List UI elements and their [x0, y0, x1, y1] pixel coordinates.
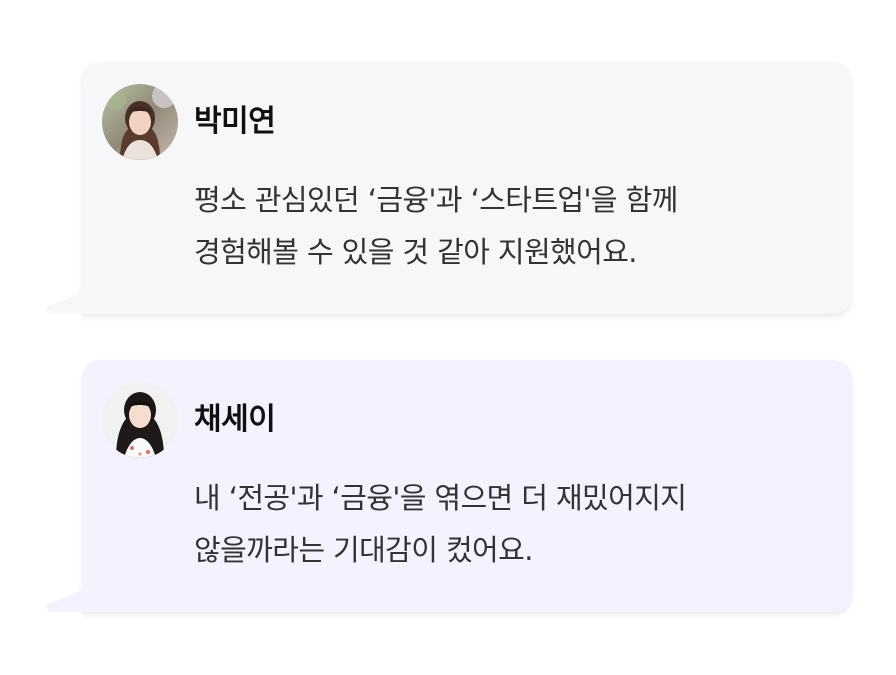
testimonial-bubble: 채세이 내 ‘전공'과 ‘금융'을 엮으면 더 재밌어지지 않을까라는 기대감이… — [46, 360, 852, 612]
testimonial-bubble: 박미연 평소 관심있던 ‘금융'과 ‘스타트업'을 함께 경험해볼 수 있을 것… — [46, 62, 852, 314]
testimonial-line: 경험해볼 수 있을 것 같아 지원했어요. — [194, 235, 638, 269]
testimonial-text: 내 ‘전공'과 ‘금융'을 엮으면 더 재밌어지지 않을까라는 기대감이 컸어요… — [194, 472, 834, 576]
reviewer-name: 박미연 — [194, 104, 276, 139]
avatar-photo-icon — [102, 84, 178, 160]
testimonials-section: 박미연 평소 관심있던 ‘금융'과 ‘스타트업'을 함께 경험해볼 수 있을 것… — [0, 0, 896, 675]
avatar-photo-icon — [102, 382, 178, 458]
avatar — [102, 84, 178, 160]
bubble-tail — [46, 586, 94, 612]
testimonial-text: 평소 관심있던 ‘금융'과 ‘스타트업'을 함께 경험해볼 수 있을 것 같아 … — [194, 174, 834, 278]
bubble-tail — [46, 288, 94, 314]
avatar — [102, 382, 178, 458]
testimonial-line: 평소 관심있던 ‘금융'과 ‘스타트업'을 함께 — [194, 183, 678, 217]
testimonial-line: 내 ‘전공'과 ‘금융'을 엮으면 더 재밌어지지 — [194, 481, 687, 515]
testimonial-line: 않을까라는 기대감이 컸어요. — [194, 533, 533, 567]
reviewer-name: 채세이 — [194, 402, 276, 437]
